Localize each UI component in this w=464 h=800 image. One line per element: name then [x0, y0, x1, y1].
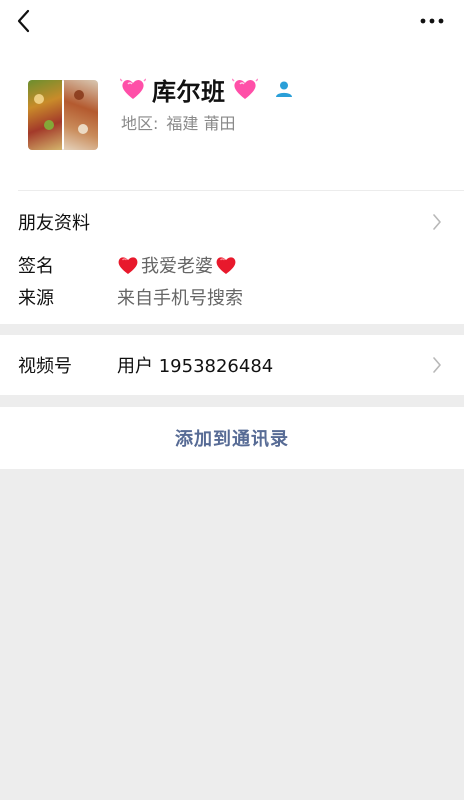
source-value: 来自手机号搜索 [117, 288, 243, 309]
profile-page: 库尔班 地区: 福建 莆田 朋友资料 签名 我爱老婆 来源 来自手机号搜索 视频… [0, 0, 464, 800]
channel-value: 用户 1953826484 [117, 356, 274, 377]
pink-heart-icon [120, 78, 146, 99]
profile-name: 库尔班 [152, 77, 226, 106]
avatar[interactable] [28, 80, 98, 150]
pink-heart-icon [231, 78, 258, 99]
add-to-contacts-button[interactable]: 添加到通讯录 [0, 407, 464, 469]
signature-label: 签名 [18, 256, 54, 277]
chevron-left-icon [17, 9, 30, 33]
signature-text: 我爱老婆 [141, 256, 213, 277]
profile-name-row: 库尔班 [120, 72, 294, 106]
red-heart-icon [216, 257, 236, 274]
friend-info-label: 朋友资料 [18, 213, 90, 234]
region-info: 地区: 福建 莆田 [121, 110, 236, 134]
channel-row[interactable]: 视频号 用户 1953826484 [0, 335, 464, 395]
avatar-image-right [64, 80, 98, 150]
chevron-right-icon [433, 357, 441, 373]
back-button[interactable] [14, 8, 38, 34]
source-label: 来源 [18, 288, 54, 309]
channel-label: 视频号 [18, 356, 72, 377]
signature-row: 签名 我爱老婆 [0, 249, 464, 281]
chevron-right-icon [433, 214, 441, 230]
more-button[interactable] [418, 10, 446, 30]
region-label: 地区: [121, 114, 159, 133]
profile-card: 库尔班 地区: 福建 莆田 朋友资料 签名 我爱老婆 来源 来自手机号搜索 [0, 0, 464, 324]
more-dots-icon [420, 18, 444, 24]
region-value: 福建 莆田 [166, 114, 236, 133]
avatar-image-left [28, 80, 62, 150]
divider [18, 190, 464, 191]
friend-info-row[interactable]: 朋友资料 [0, 200, 464, 244]
contact-person-icon [275, 81, 292, 97]
signature-value: 我爱老婆 [117, 252, 237, 278]
source-row: 来源 来自手机号搜索 [0, 281, 464, 313]
add-to-contacts-label: 添加到通讯录 [175, 429, 289, 450]
red-heart-icon [118, 257, 138, 274]
